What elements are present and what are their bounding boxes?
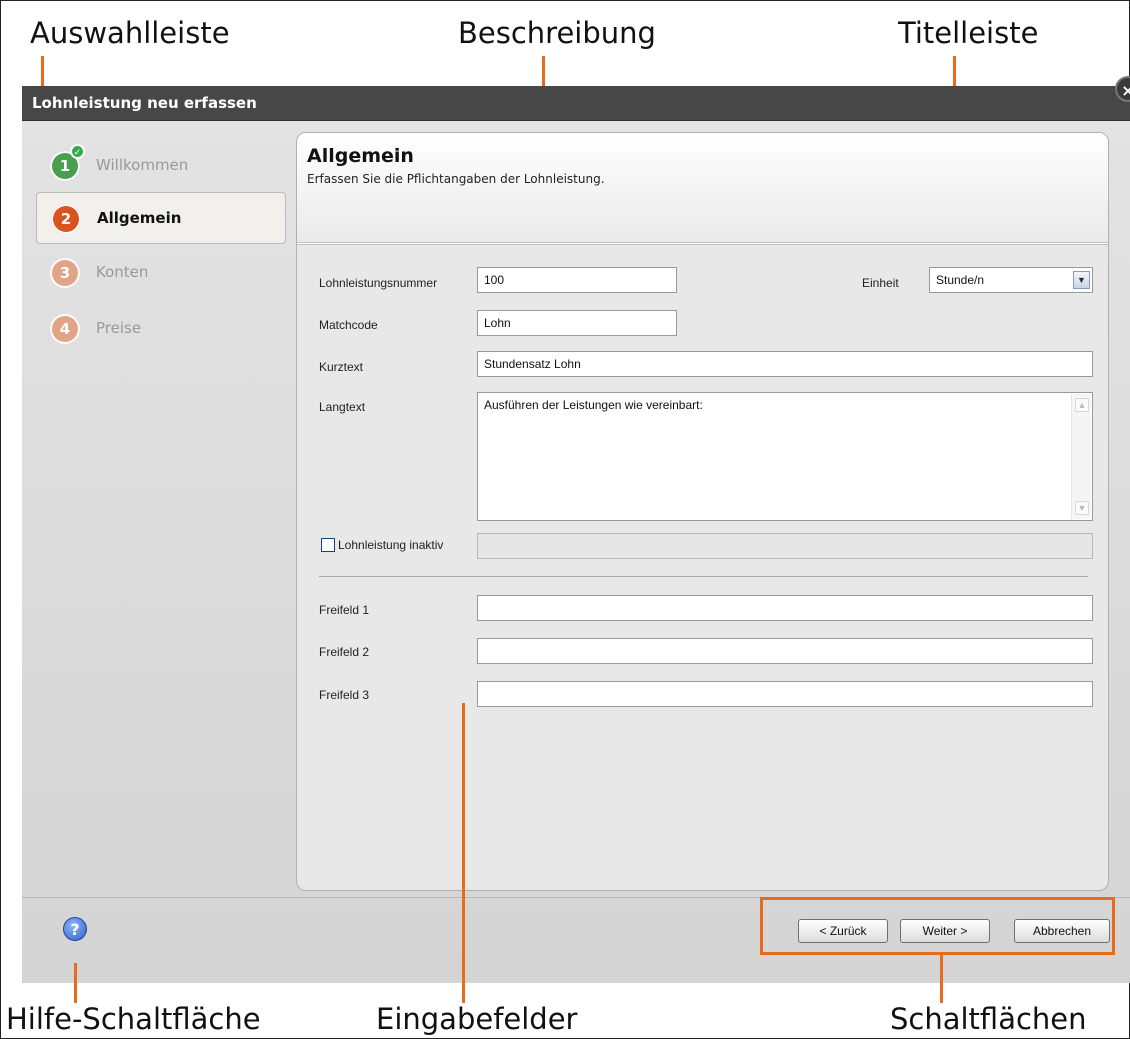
step-number-2: 2	[51, 204, 81, 234]
form-panel: Allgemein Erfassen Sie die Pflichtangabe…	[296, 132, 1109, 891]
matchcode-label: Matchcode	[319, 318, 378, 332]
buttons-highlight	[760, 897, 1115, 955]
einheit-label: Einheit	[862, 276, 899, 290]
callout-eingabefelder: Eingabefelder	[376, 1002, 578, 1036]
freifeld3-label: Freifeld 3	[319, 688, 370, 702]
callout-line-hilfe	[74, 963, 77, 1003]
freifeld2-field[interactable]	[477, 638, 1093, 664]
einheit-value: Stunde/n	[936, 273, 985, 287]
kurztext-label: Kurztext	[319, 360, 364, 374]
matchcode-field[interactable]: Lohn	[477, 310, 677, 336]
callout-hilfe: Hilfe-Schaltfläche	[6, 1002, 261, 1036]
callout-schaltflaechen: Schaltflächen	[890, 1002, 1087, 1036]
help-icon[interactable]: ?	[63, 917, 87, 941]
form-divider	[319, 576, 1088, 577]
step-number-4: 4	[50, 314, 80, 344]
step-number-3: 3	[50, 258, 80, 288]
sidebar-item-label: Willkommen	[96, 156, 189, 174]
freifeld1-label: Freifeld 1	[319, 603, 370, 617]
lohnleistungsnummer-label: Lohnleistungsnummer	[319, 276, 438, 290]
freifeld1-field[interactable]	[477, 595, 1093, 621]
page-description: Erfassen Sie die Pflichtangaben der Lohn…	[307, 172, 605, 186]
sidebar-item-label: Preise	[96, 319, 142, 337]
callout-line-eingabefelder	[462, 703, 465, 1003]
window-title: Lohnleistung neu erfassen	[32, 94, 257, 112]
check-icon: ✓	[70, 144, 85, 159]
sidebar-item-label: Konten	[96, 263, 149, 281]
freifeld2-label: Freifeld 2	[319, 645, 370, 659]
langtext-textarea[interactable]: Ausführen der Leistungen wie vereinbart:…	[477, 392, 1093, 521]
scroll-up-icon[interactable]: ▲	[1075, 398, 1089, 412]
langtext-label: Langtext	[319, 400, 366, 414]
freifeld3-field[interactable]	[477, 681, 1093, 707]
callout-auswahlleiste: Auswahlleiste	[30, 16, 230, 50]
callout-titelleiste: Titelleiste	[898, 16, 1039, 50]
callout-line-schaltflaechen	[940, 955, 943, 1003]
description-header: Allgemein Erfassen Sie die Pflichtangabe…	[297, 133, 1108, 245]
inaktiv-field	[477, 533, 1093, 559]
langtext-value: Ausführen der Leistungen wie vereinbart:	[484, 398, 703, 412]
sidebar-item-preise[interactable]: 4 Preise	[36, 303, 286, 355]
inaktiv-label: Lohnleistung inaktiv	[338, 538, 444, 552]
kurztext-field[interactable]: Stundensatz Lohn	[477, 351, 1093, 377]
sidebar-item-label: Allgemein	[97, 209, 182, 227]
wizard-window: Lohnleistung neu erfassen × 1 ✓ Willkomm…	[22, 76, 1130, 983]
scrollbar[interactable]: ▲ ▼	[1071, 394, 1091, 519]
callout-beschreibung: Beschreibung	[458, 16, 656, 50]
page-title: Allgemein	[307, 145, 414, 167]
sidebar-item-konten[interactable]: 3 Konten	[36, 247, 286, 299]
window-content: 1 ✓ Willkommen 2 Allgemein 3 Konten 4 Pr…	[22, 121, 1130, 983]
scroll-down-icon[interactable]: ▼	[1075, 501, 1089, 515]
title-bar: Lohnleistung neu erfassen	[22, 86, 1130, 121]
chevron-down-icon[interactable]: ▼	[1073, 271, 1090, 289]
sidebar-item-allgemein[interactable]: 2 Allgemein	[36, 192, 286, 244]
inaktiv-checkbox[interactable]	[321, 538, 335, 552]
einheit-select[interactable]: Stunde/n ▼	[929, 267, 1093, 293]
lohnleistungsnummer-field[interactable]: 100	[477, 267, 677, 293]
sidebar-item-willkommen[interactable]: 1 ✓ Willkommen	[36, 140, 286, 192]
